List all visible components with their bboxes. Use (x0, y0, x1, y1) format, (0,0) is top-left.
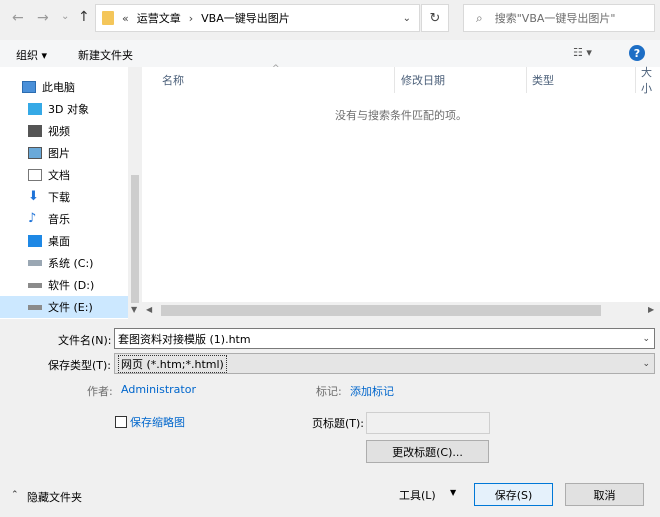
tools-menu[interactable]: 工具(L) (399, 487, 436, 503)
sidebar-item-pictures[interactable]: 图片 (0, 142, 128, 164)
refresh-icon: ↻ (429, 10, 441, 26)
column-header-modified[interactable]: 修改日期 (401, 67, 445, 93)
sidebar-item-videos[interactable]: 视频 (0, 120, 128, 142)
page-title-label: 页标题(T): (312, 417, 365, 430)
file-list: ^ 名称 修改日期 类型 大小 没有与搜索条件匹配的项。 (142, 64, 660, 302)
address-bar[interactable]: « 运营文章 › VBA一键导出图片 ⌄ (95, 4, 420, 32)
back-icon[interactable]: ← (12, 10, 24, 26)
desktop-icon (28, 235, 42, 247)
sidebar-item-this-pc[interactable]: 此电脑 (0, 76, 128, 98)
horizontal-scrollbar[interactable]: ◀ ▶ (142, 302, 660, 319)
navigation-pane: 此电脑 3D 对象 视频 图片 文档 ⬇ 下载 ♪ 音乐 桌面 系统 (C:) … (0, 67, 142, 319)
author-value[interactable]: Administrator (121, 383, 196, 396)
hide-folders-button[interactable]: 隐藏文件夹 (27, 489, 82, 505)
sidebar-item-downloads[interactable]: ⬇ 下载 (0, 186, 128, 208)
tags-value[interactable]: 添加标记 (350, 383, 394, 399)
tags-label: 标记: (316, 385, 342, 398)
sidebar-item-3d-objects[interactable]: 3D 对象 (0, 98, 128, 120)
tools-dropdown-icon[interactable]: ▼ (450, 488, 456, 497)
scrollbar-thumb[interactable] (161, 305, 601, 316)
chevron-down-icon[interactable]: ⌄ (642, 334, 650, 344)
sidebar-item-documents[interactable]: 文档 (0, 164, 128, 186)
forward-icon[interactable]: → (37, 10, 49, 26)
empty-message: 没有与搜索条件匹配的项。 (335, 109, 467, 122)
filetype-label: 保存类型(T): (48, 359, 112, 372)
search-icon: ⌕ (476, 10, 483, 25)
pc-icon (22, 81, 36, 93)
music-icon: ♪ (28, 211, 37, 226)
sort-ascending-icon: ^ (272, 64, 280, 74)
video-icon (28, 125, 42, 137)
refresh-button[interactable]: ↻ (421, 4, 449, 32)
sidebar-item-drive-e[interactable]: 文件 (E:) (0, 296, 128, 318)
chevron-up-icon[interactable]: ⌃ (11, 490, 19, 500)
drive-icon (28, 304, 42, 310)
scrollbar-thumb[interactable] (131, 175, 139, 303)
toolbar: 组织 ▾ 新建文件夹 ☷ ▾ ? (0, 40, 660, 67)
column-header-size[interactable]: 大小 (641, 66, 660, 95)
breadcrumb-item[interactable]: VBA一键导出图片 (201, 10, 290, 26)
search-input[interactable]: 搜索"VBA一键导出图片" (495, 10, 616, 26)
download-icon: ⬇ (28, 189, 39, 204)
recent-locations-icon[interactable]: ⌄ (61, 11, 69, 22)
filename-input[interactable]: 套图资料对接模版 (1).htm ⌄ (114, 328, 655, 349)
drive-icon (28, 282, 42, 288)
navigation-scrollbar[interactable]: ▼ (128, 67, 142, 319)
page-title-input[interactable] (366, 412, 490, 434)
up-icon[interactable]: ↑ (78, 9, 90, 25)
address-dropdown-icon[interactable]: ⌄ (403, 13, 411, 24)
sidebar-item-music[interactable]: ♪ 音乐 (0, 208, 128, 230)
document-icon (28, 169, 42, 181)
view-options-icon[interactable]: ☷ ▾ (573, 46, 592, 59)
folder-icon (102, 11, 114, 25)
new-folder-button[interactable]: 新建文件夹 (78, 47, 133, 63)
breadcrumb-item[interactable]: 运营文章 (137, 10, 181, 26)
cancel-button[interactable]: 取消 (565, 483, 644, 506)
scroll-down-icon[interactable]: ▼ (131, 305, 137, 314)
picture-icon (28, 147, 42, 159)
column-header-type[interactable]: 类型 (532, 67, 554, 93)
filetype-select[interactable]: 网页 (*.htm;*.html) ⌄ (114, 353, 655, 374)
change-title-button[interactable]: 更改标题(C)... (366, 440, 489, 463)
organize-menu[interactable]: 组织 ▾ (16, 47, 47, 63)
cube-icon (28, 103, 42, 115)
thumbnail-checkbox[interactable] (115, 416, 127, 428)
scroll-right-icon[interactable]: ▶ (648, 305, 654, 314)
chevron-down-icon[interactable]: ⌄ (642, 359, 650, 369)
scroll-left-icon[interactable]: ◀ (146, 305, 152, 314)
drive-icon (28, 260, 42, 266)
sidebar-item-drive-d[interactable]: 软件 (D:) (0, 274, 128, 296)
sidebar-item-drive-c[interactable]: 系统 (C:) (0, 252, 128, 274)
help-icon[interactable]: ? (629, 45, 645, 61)
save-button[interactable]: 保存(S) (474, 483, 553, 506)
thumbnail-label[interactable]: 保存缩略图 (130, 414, 185, 430)
breadcrumb-separator-icon: › (188, 11, 194, 25)
search-box[interactable]: ⌕ 搜索"VBA一键导出图片" (463, 4, 655, 32)
overflow-chevron[interactable]: « (122, 12, 129, 25)
sidebar-item-desktop[interactable]: 桌面 (0, 230, 128, 252)
author-label: 作者: (87, 385, 113, 398)
column-header-name[interactable]: 名称 (162, 67, 184, 93)
filename-label: 文件名(N): (58, 334, 112, 347)
